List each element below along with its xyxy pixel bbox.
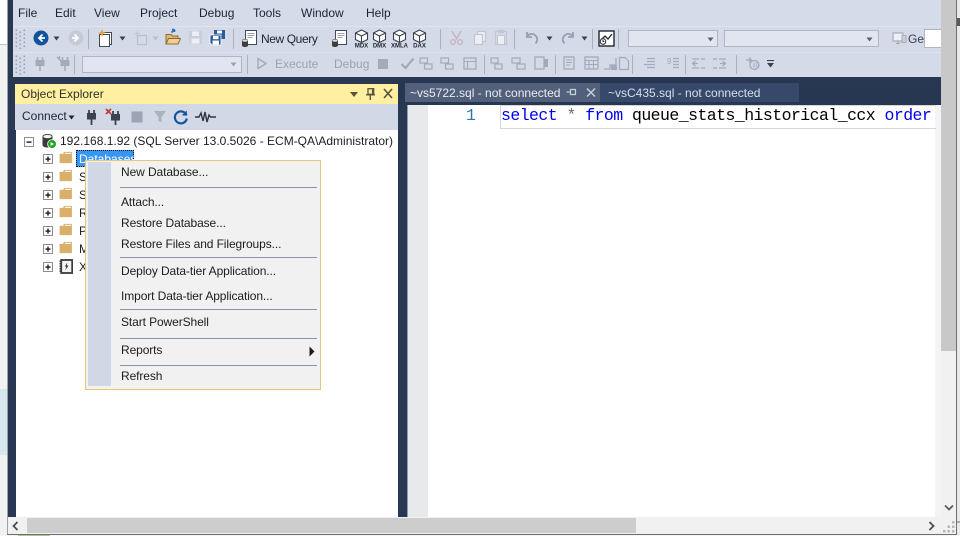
svg-text:@: @ xyxy=(752,63,759,70)
svg-text:9: 9 xyxy=(667,57,672,66)
svg-text:DAX: DAX xyxy=(413,44,426,49)
